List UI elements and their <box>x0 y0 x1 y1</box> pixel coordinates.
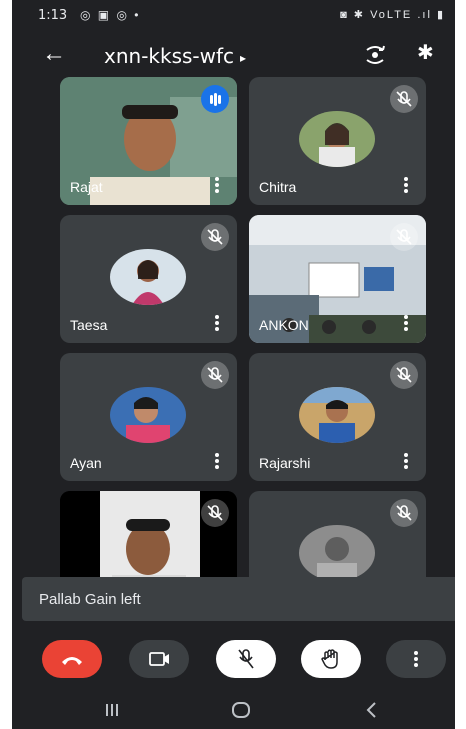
mic-off-icon <box>390 223 418 251</box>
participant-tile-taesa[interactable]: Taesa <box>60 215 237 343</box>
more-vert-icon[interactable] <box>215 315 219 333</box>
more-options-button[interactable] <box>386 640 446 678</box>
phone-hangup-icon <box>62 657 82 665</box>
avatar <box>299 525 375 581</box>
system-nav-bar <box>12 690 455 729</box>
mic-off-icon <box>201 499 229 527</box>
status-system-icons: ◙ ✱ VoLTE .ıl ▮ <box>340 9 445 21</box>
participant-tile-rajarshi[interactable]: Rajarshi <box>249 353 426 481</box>
participant-tile-chitra[interactable]: Chitra <box>249 77 426 205</box>
microphone-button[interactable] <box>216 640 276 678</box>
more-vert-icon[interactable] <box>215 453 219 471</box>
participant-name: Rajat <box>70 179 103 195</box>
more-vert-icon[interactable] <box>404 315 408 333</box>
status-bar: 1:13 ◎ ▣ ◎ • ◙ ✱ VoLTE .ıl ▮ <box>12 0 455 30</box>
more-vert-icon[interactable] <box>404 453 408 471</box>
meet-screen: 1:13 ◎ ▣ ◎ • ◙ ✱ VoLTE .ıl ▮ ← xnn-kkss-… <box>12 0 455 729</box>
back-arrow-icon[interactable]: ← <box>42 40 66 68</box>
meeting-code-text: xnn-kkss-wfc <box>104 44 235 68</box>
home-icon[interactable] <box>231 701 251 719</box>
mic-off-icon <box>238 649 254 669</box>
back-icon[interactable] <box>364 701 378 719</box>
participant-name: ANKON <box>259 317 309 333</box>
mic-off-icon <box>201 361 229 389</box>
avatar <box>299 111 375 167</box>
participant-name: Rajarshi <box>259 455 311 471</box>
hand-icon <box>321 649 338 669</box>
participant-name: Taesa <box>70 317 108 333</box>
more-vert-icon <box>414 651 418 667</box>
avatar <box>299 387 375 443</box>
bluetooth-audio-icon[interactable]: ✱ <box>417 40 434 65</box>
videocam-icon <box>149 652 169 666</box>
top-bar: ← xnn-kkss-wfc ▸ ✱ <box>12 30 455 82</box>
more-vert-icon[interactable] <box>404 177 408 195</box>
avatar <box>110 387 186 443</box>
participant-left-toast: Pallab Gain left <box>22 577 455 621</box>
mic-off-icon <box>390 499 418 527</box>
status-time: 1:13 <box>38 8 68 23</box>
mic-off-icon <box>201 223 229 251</box>
raise-hand-button[interactable] <box>301 640 361 678</box>
mic-off-icon <box>390 85 418 113</box>
participant-name: Ayan <box>70 455 102 471</box>
participant-tile-rajat[interactable]: Rajat <box>60 77 237 205</box>
caret-right-icon: ▸ <box>240 50 247 65</box>
toast-message: Pallab Gain left <box>39 591 141 608</box>
switch-camera-icon[interactable] <box>362 42 388 68</box>
speaking-indicator-icon <box>201 85 229 113</box>
recents-icon[interactable] <box>104 702 120 718</box>
status-notification-icons: ◎ ▣ ◎ • <box>80 8 141 22</box>
end-call-button[interactable] <box>42 640 102 678</box>
more-vert-icon[interactable] <box>215 177 219 195</box>
meeting-code-title[interactable]: xnn-kkss-wfc ▸ <box>104 44 246 68</box>
camera-button[interactable] <box>129 640 189 678</box>
participant-name: Chitra <box>259 179 297 195</box>
participant-tile-ayan[interactable]: Ayan <box>60 353 237 481</box>
mic-off-icon <box>390 361 418 389</box>
participant-tile-ankon[interactable]: ANKON <box>249 215 426 343</box>
avatar <box>110 249 186 305</box>
